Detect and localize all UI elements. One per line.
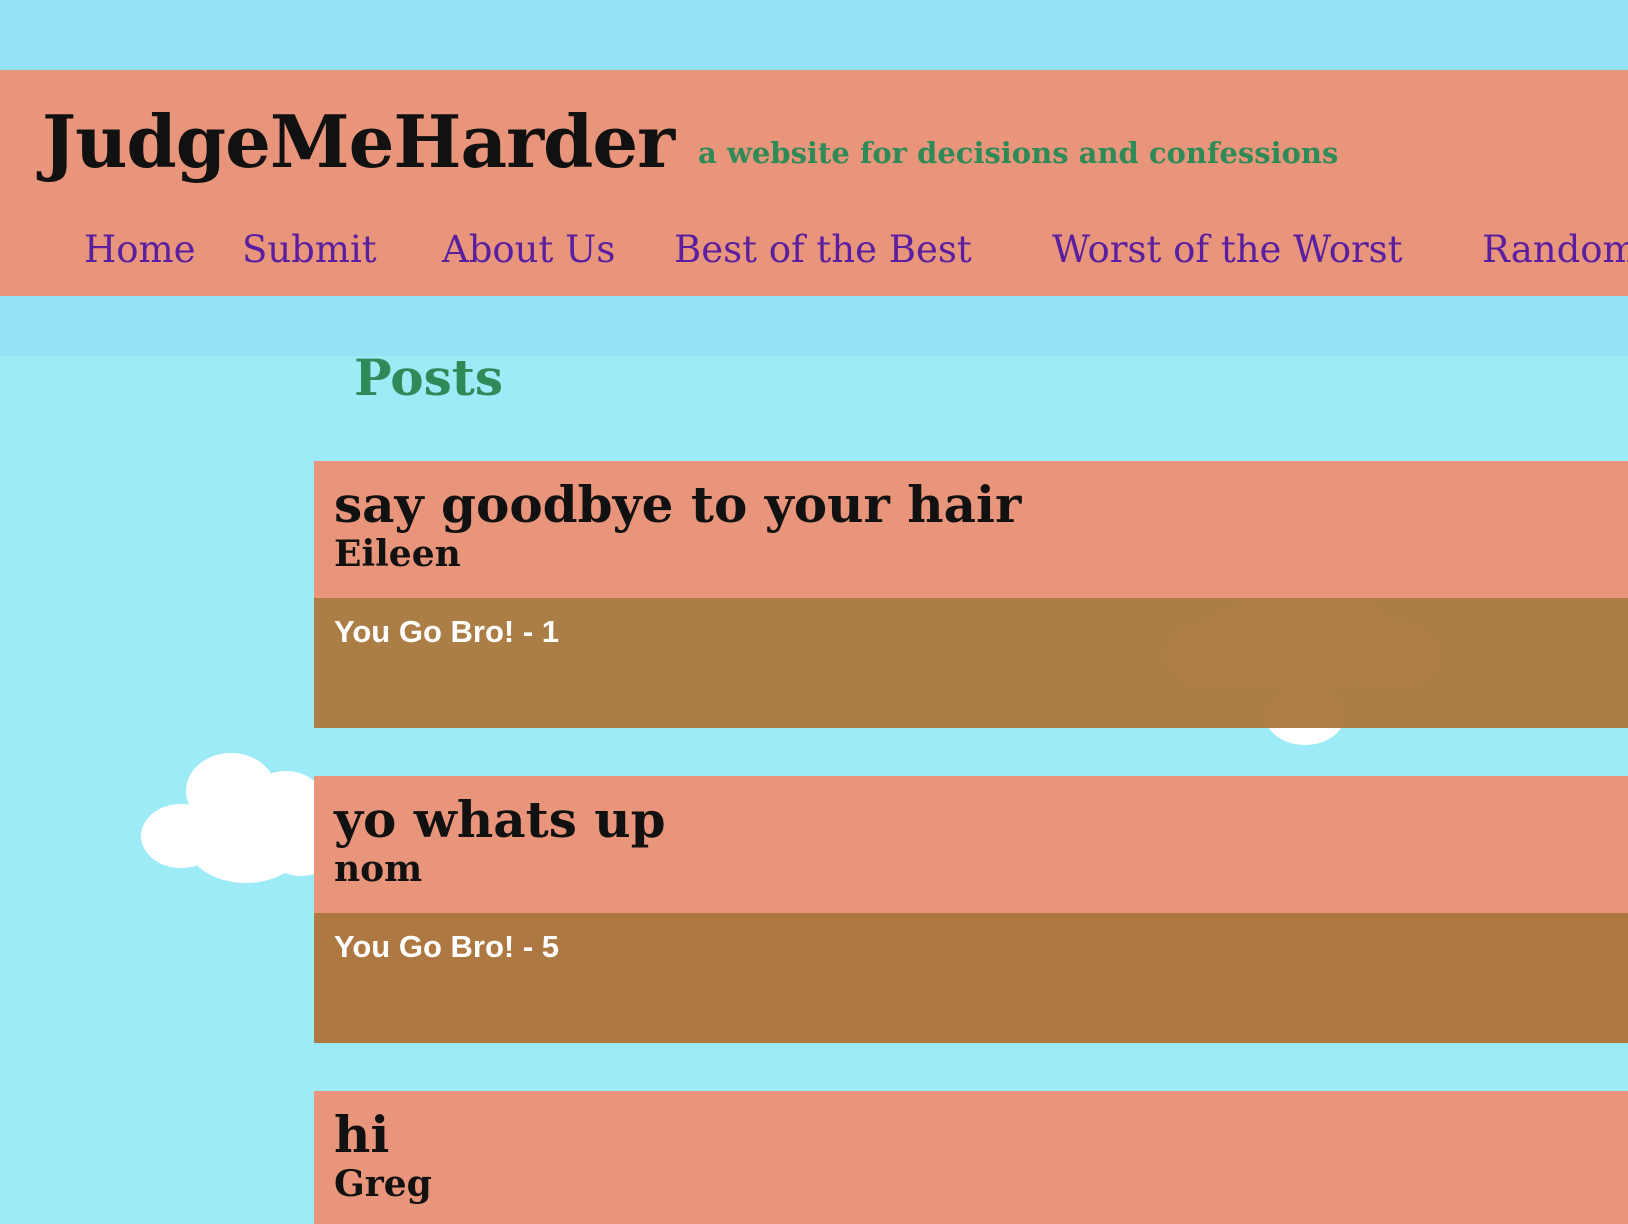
post-card: say goodbye to your hair Eileen You Go B… [314,461,1628,728]
post-title[interactable]: say goodbye to your hair [334,477,1021,532]
site-header: JudgeMeHarder a website for decisions an… [0,70,1628,296]
posts-heading: Posts [354,348,503,407]
post-vote-bar: You Go Bro! - 1 [314,598,1628,728]
you-go-bro-button[interactable]: You Go Bro! - 1 [334,614,559,650]
header-shadow-strip [0,296,1628,356]
top-strip [0,0,1628,70]
post-card: hi Greg [314,1091,1628,1224]
site-tagline: a website for decisions and confessions [698,136,1339,170]
nav-worst-of-the-worst-link[interactable]: Worst of the Worst [1052,228,1403,271]
nav-best-of-the-best-link[interactable]: Best of the Best [674,228,972,271]
post-title[interactable]: yo whats up [334,792,666,847]
nav-random-link[interactable]: Random [1482,228,1628,271]
post-author: Greg [334,1163,432,1205]
nav-about-us-link[interactable]: About Us [442,228,615,271]
post-title[interactable]: hi [334,1107,389,1162]
cloud-decoration-left [141,753,336,883]
post-author: Eileen [334,533,461,575]
nav-home-link[interactable]: Home [84,228,196,271]
post-author: nom [334,848,423,890]
post-header: hi Greg [314,1091,1628,1224]
post-header: say goodbye to your hair Eileen [314,461,1628,598]
you-go-bro-button[interactable]: You Go Bro! - 5 [334,929,559,965]
post-vote-bar: You Go Bro! - 5 [314,913,1628,1043]
page: JudgeMeHarder a website for decisions an… [0,0,1628,1224]
post-card: yo whats up nom You Go Bro! - 5 [314,776,1628,1043]
post-header: yo whats up nom [314,776,1628,913]
nav-submit-link[interactable]: Submit [242,228,377,271]
site-title[interactable]: JudgeMeHarder [42,106,675,178]
